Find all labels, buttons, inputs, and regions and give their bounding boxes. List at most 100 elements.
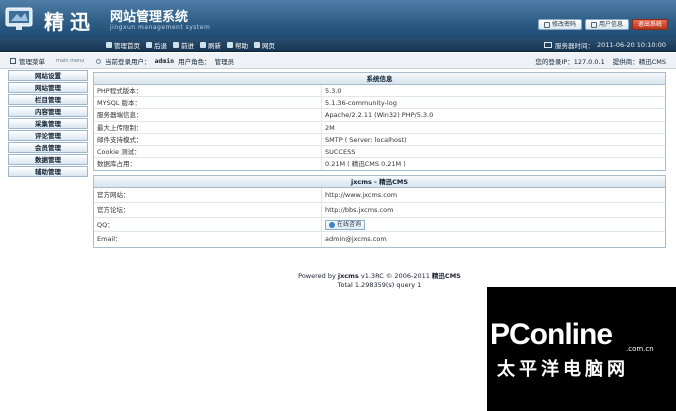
watermark-subtitle: 太平洋电脑网 bbox=[497, 359, 629, 380]
nav-help-label: 帮助 bbox=[235, 42, 248, 50]
row-value: Apache/2.2.11 (Win32) PHP/5.3.0 bbox=[325, 111, 434, 120]
login-ip: 您的登录IP：127.0.0.1 bbox=[535, 56, 604, 66]
user-info-button[interactable]: 用户信息 bbox=[584, 19, 629, 30]
email-link[interactable]: admin@jxcms.com bbox=[322, 232, 665, 247]
table-row: 邮件支持模式： SMTP ( Server: localhost) bbox=[94, 133, 665, 146]
watermark-domain: .com.cn bbox=[626, 345, 654, 353]
nav-refresh[interactable]: 刷新 bbox=[200, 40, 221, 50]
menu-title-en: main menu bbox=[56, 58, 85, 64]
current-user-name: admin bbox=[154, 57, 175, 65]
sidebar-item-column-management[interactable]: 栏目管理 bbox=[8, 94, 88, 105]
globe-icon bbox=[254, 42, 260, 48]
nav-forward[interactable]: 前进 bbox=[173, 40, 194, 50]
row-value: 0.21M ( 精迅CMS 0.21M ) bbox=[325, 160, 406, 169]
change-password-button[interactable]: 修改密码 bbox=[537, 19, 582, 30]
monitor-icon bbox=[543, 42, 552, 48]
row-key: Email： bbox=[94, 232, 322, 247]
server-time: 服务器时间： 2011-06-20 10:10:00 bbox=[543, 38, 666, 52]
forward-arrow-icon bbox=[173, 42, 179, 48]
refresh-icon bbox=[200, 42, 206, 48]
server-time-label: 服务器时间： bbox=[554, 42, 594, 50]
user-info-label: 用户信息 bbox=[598, 21, 623, 28]
server-time-value: 2011-06-20 10:10:00 bbox=[596, 41, 666, 49]
login-info: 您的登录IP：127.0.0.1 提供商：精迅CMS bbox=[535, 56, 666, 66]
main-content: 系统信息 PHP程式版本： 5.3.0 MYSQL 版本： 5.1.36-com… bbox=[93, 72, 666, 252]
app-header: 精迅 网站管理系统 jingxun management system 修改密码… bbox=[0, 0, 676, 38]
role-label: 用户角色： bbox=[178, 58, 211, 66]
row-key: 官方论坛： bbox=[94, 202, 322, 217]
table-row: 官方论坛： http://bbs.jxcms.com bbox=[94, 202, 665, 218]
table-row: 数据库占用： 0.21M ( 精迅CMS 0.21M ) bbox=[94, 158, 665, 171]
menu-title: 管理菜单 main menu bbox=[10, 56, 84, 66]
table-row: QQ： 在线咨询 bbox=[94, 217, 665, 233]
nav-forward-label: 前进 bbox=[181, 42, 194, 50]
role-value: 管理员 bbox=[214, 58, 235, 66]
row-key: 邮件支持模式： bbox=[94, 133, 322, 145]
table-row: PHP程式版本： 5.3.0 bbox=[94, 85, 665, 98]
nav-web[interactable]: 网页 bbox=[254, 40, 275, 50]
powered-by-line: Powered by jxcms v1.3RC © 2006-2011 精迅CM… bbox=[93, 272, 666, 281]
key-icon bbox=[543, 21, 550, 28]
official-site-link[interactable]: http://www.jxcms.com bbox=[322, 188, 665, 202]
official-forum-link[interactable]: http://bbs.jxcms.com bbox=[322, 203, 665, 217]
cms-info-panel: jxcms - 精迅CMS 官方网站： http://www.jxcms.com… bbox=[93, 175, 666, 248]
nav-home[interactable]: 管理首页 bbox=[106, 40, 140, 50]
logo-english: jingxun management system bbox=[110, 24, 211, 31]
provider: 提供商：精迅CMS bbox=[613, 56, 666, 66]
system-info-title: 系统信息 bbox=[94, 73, 665, 85]
row-value: 5.3.0 bbox=[325, 87, 342, 95]
online-consult-button[interactable]: 在线咨询 bbox=[325, 219, 366, 230]
sidebar-item-collect-management[interactable]: 采集管理 bbox=[8, 118, 88, 129]
qq-icon bbox=[329, 221, 335, 228]
current-user-info: 当前登录用户： admin 用户角色： 管理员 bbox=[96, 56, 234, 66]
help-icon bbox=[227, 42, 233, 48]
nav-help[interactable]: 帮助 bbox=[227, 40, 248, 50]
nav-refresh-label: 刷新 bbox=[208, 42, 221, 50]
row-key: QQ： bbox=[94, 217, 322, 232]
nav-back-label: 后退 bbox=[154, 42, 167, 50]
menu-title-label: 管理菜单 bbox=[19, 58, 45, 66]
logout-label: 退出系统 bbox=[637, 21, 662, 28]
row-key: Cookie 测试： bbox=[94, 145, 322, 158]
row-key: MYSQL 版本： bbox=[94, 97, 322, 109]
menu-icon bbox=[10, 58, 16, 64]
nav-back[interactable]: 后退 bbox=[146, 40, 167, 50]
sidebar-item-auxiliary-management[interactable]: 辅助管理 bbox=[8, 166, 88, 177]
powered-name: jxcms bbox=[337, 272, 359, 280]
watermark-logo-text: PConline bbox=[490, 318, 613, 351]
logo-subtitle: 网站管理系统 bbox=[110, 10, 189, 25]
user-dot-icon bbox=[96, 58, 101, 64]
nav-web-label: 网页 bbox=[262, 42, 275, 50]
row-value: SMTP ( Server: localhost) bbox=[325, 135, 407, 144]
row-value: 2M bbox=[325, 123, 335, 132]
cms-info-title: jxcms - 精迅CMS bbox=[94, 176, 665, 189]
sidebar-item-member-management[interactable]: 会员管理 bbox=[8, 142, 88, 153]
row-value: 5.1.36-community-log bbox=[325, 99, 397, 108]
top-buttons: 修改密码 用户信息 退出系统 bbox=[537, 19, 668, 30]
row-key: 数据库占用： bbox=[94, 158, 322, 171]
row-value: 在线咨询 bbox=[322, 218, 665, 232]
logo-text: 精迅 bbox=[44, 10, 96, 34]
table-row: 最大上传限制： 2M bbox=[94, 121, 665, 134]
table-row: MYSQL 版本： 5.1.36-community-log bbox=[94, 97, 665, 110]
nav-bar: 管理首页 后退 前进 刷新 帮助 网页 服务器时间： 2011-06-20 10… bbox=[0, 38, 676, 52]
table-row: 服务器端信息： Apache/2.2.11 (Win32) PHP/5.3.0 bbox=[94, 109, 665, 122]
sidebar-item-site-settings[interactable]: 网站设置 bbox=[8, 70, 88, 81]
powered-prefix: Powered by bbox=[298, 272, 338, 280]
sidebar-item-data-management[interactable]: 数据管理 bbox=[8, 154, 88, 165]
row-key: 最大上传限制： bbox=[94, 121, 322, 133]
info-strip: 管理菜单 main menu 当前登录用户： admin 用户角色： 管理员 您… bbox=[0, 53, 676, 69]
sidebar-item-site-management[interactable]: 网站管理 bbox=[8, 82, 88, 93]
powered-brand: 精迅CMS bbox=[431, 272, 461, 280]
back-arrow-icon bbox=[146, 42, 152, 48]
row-key: 服务器端信息： bbox=[94, 109, 322, 121]
table-row: 官方网站： http://www.jxcms.com bbox=[94, 188, 665, 203]
nav-items: 管理首页 后退 前进 刷新 帮助 网页 bbox=[106, 38, 275, 52]
row-key: 官方网站： bbox=[94, 188, 322, 202]
logout-button[interactable]: 退出系统 bbox=[631, 19, 668, 30]
row-value: SUCCESS bbox=[325, 147, 356, 156]
user-icon bbox=[590, 21, 597, 28]
sidebar-item-content-management[interactable]: 内容管理 bbox=[8, 106, 88, 117]
sidebar-menu: 网站设置 网站管理 栏目管理 内容管理 采集管理 评论管理 会员管理 数据管理 … bbox=[8, 70, 88, 178]
sidebar-item-comment-management[interactable]: 评论管理 bbox=[8, 130, 88, 141]
